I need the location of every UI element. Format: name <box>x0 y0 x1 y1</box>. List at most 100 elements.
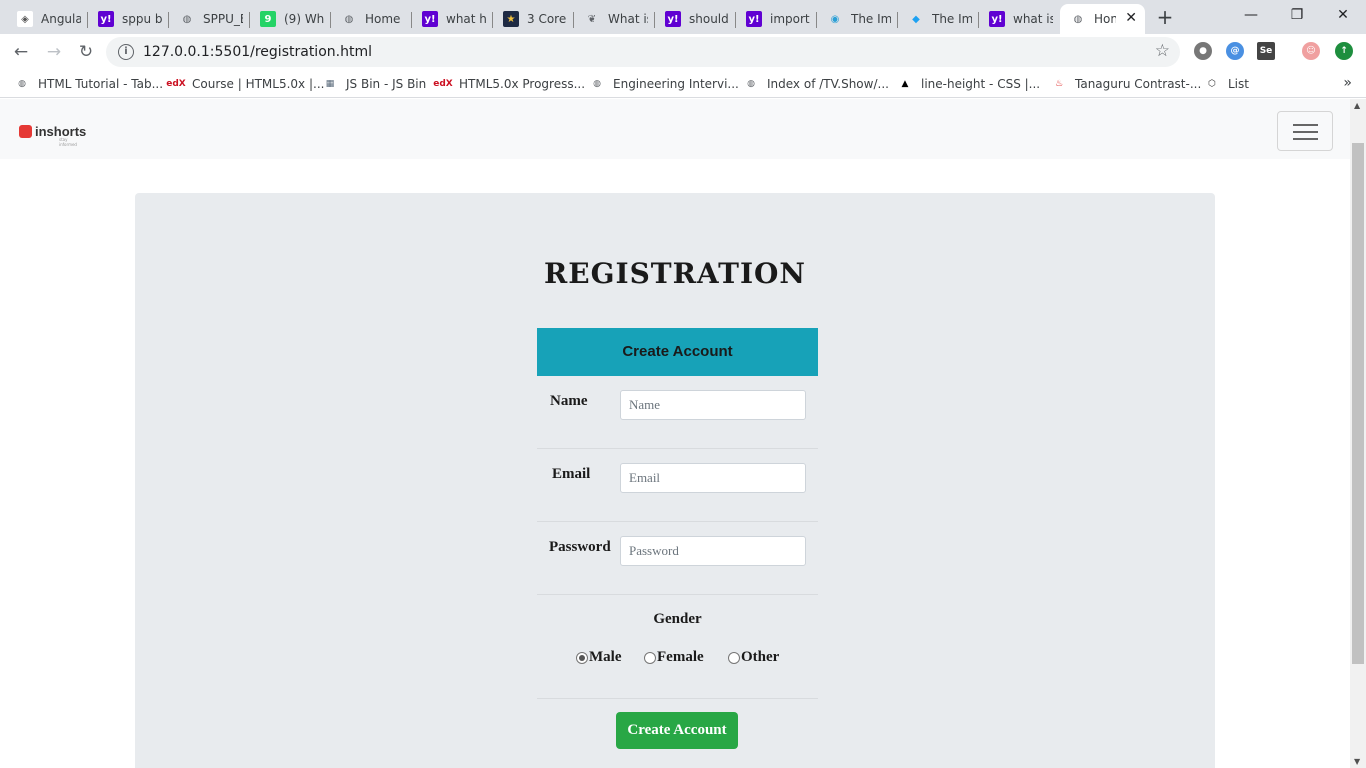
browser-tab[interactable]: ◍ SPPU_B <box>169 4 250 34</box>
tab-label: Home <box>365 12 401 26</box>
browser-tab[interactable]: y! what hc <box>412 4 493 34</box>
browser-tab[interactable]: ◍ Hon ✕ <box>1060 4 1145 34</box>
bookmark-item[interactable]: ▲ line-height - CSS |... <box>897 76 1041 92</box>
browser-tab[interactable]: y! importa <box>736 4 817 34</box>
create-account-button[interactable]: Create Account <box>616 712 738 749</box>
site-info-icon[interactable]: i <box>118 44 134 60</box>
browser-tab[interactable]: ◆ The Imp <box>898 4 979 34</box>
form-header: Create Account <box>537 328 818 376</box>
bookmark-item[interactable]: ◍ Index of /TV.Show/... <box>743 76 889 92</box>
logo-subtext: stay informed <box>59 137 77 147</box>
bookmark-label: HTML5.0x Progress... <box>459 77 586 91</box>
whatsapp-icon: 9 <box>260 11 276 27</box>
password-label: Password <box>549 539 611 555</box>
address-url[interactable]: 127.0.0.1:5501/registration.html <box>143 44 372 60</box>
tree-icon: ❦ <box>587 13 597 25</box>
globe-icon: ◍ <box>593 79 601 89</box>
name-input[interactable] <box>620 390 806 420</box>
bookmark-label: Engineering Intervi... <box>613 77 739 91</box>
hamburger-menu-button[interactable] <box>1277 111 1333 151</box>
close-window-button[interactable]: ✕ <box>1320 0 1366 30</box>
tab-label: Angular <box>41 12 81 26</box>
eye-icon: ◉ <box>830 13 840 25</box>
scrollbar-thumb[interactable] <box>1352 143 1364 664</box>
radio-other-label: Other <box>741 649 780 665</box>
bookmark-item[interactable]: ♨ Tanaguru Contrast-... <box>1051 76 1201 92</box>
globe-icon: ◍ <box>747 79 755 89</box>
name-row: Name <box>537 376 818 449</box>
tab-label: importa <box>770 12 810 26</box>
radio-female[interactable]: Female <box>644 649 704 666</box>
vertical-scrollbar[interactable]: ▲ ▼ <box>1350 99 1366 768</box>
bookmark-item[interactable]: edX HTML5.0x Progress... <box>433 76 586 92</box>
name-label: Name <box>550 393 588 409</box>
browser-tab[interactable]: ❦ What is <box>574 4 655 34</box>
hamburger-bar <box>1293 131 1318 133</box>
bookmark-item[interactable]: ◍ HTML Tutorial - Tab... <box>14 76 163 92</box>
registration-card: REGISTRATION Create Account Name Email P… <box>135 193 1215 768</box>
new-tab-button[interactable]: + <box>1154 6 1176 28</box>
update-icon[interactable]: ↑ <box>1335 42 1353 60</box>
browser-tab[interactable]: y! sppu be <box>88 4 169 34</box>
mdn-icon: ▲ <box>901 79 909 89</box>
browser-tab[interactable]: 9 (9) Wha <box>250 4 331 34</box>
radio-male[interactable]: Male <box>576 649 621 666</box>
tab-label: The Imp <box>932 12 972 26</box>
browser-tab[interactable]: ★ 3 Core ( <box>493 4 574 34</box>
page-title: REGISTRATION <box>543 257 807 290</box>
globe-icon: ◍ <box>18 79 26 89</box>
scroll-down-icon[interactable]: ▼ <box>1354 757 1360 766</box>
selenium-extension-icon[interactable]: Se <box>1257 42 1275 60</box>
bookmark-item[interactable]: ◍ Engineering Intervi... <box>589 76 739 92</box>
tab-strip: ◈ Angular y! sppu be ◍ SPPU_B 9 (9) Wha ◍ Home y! w… <box>0 0 1366 34</box>
page-viewport: inshorts stay informed REGISTRATION Crea… <box>0 99 1350 768</box>
address-bar[interactable]: i 127.0.0.1:5501/registration.html ☆ <box>106 37 1180 67</box>
browser-tab[interactable]: y! should <box>655 4 736 34</box>
bookmark-star-icon[interactable]: ☆ <box>1155 41 1170 61</box>
yahoo-icon: y! <box>98 11 114 27</box>
tab-label: sppu be <box>122 12 162 26</box>
restore-button[interactable]: ❐ <box>1274 0 1320 30</box>
forward-icon[interactable]: → <box>42 40 66 64</box>
inshorts-logo[interactable]: inshorts stay informed <box>19 124 86 147</box>
email-row: Email <box>537 449 818 522</box>
gender-row: Gender Male Female Other <box>537 595 818 699</box>
browser-tab[interactable]: ◈ Angular <box>7 4 88 34</box>
browser-tab[interactable]: ◉ The Imp <box>817 4 898 34</box>
back-icon[interactable]: ← <box>9 40 33 64</box>
bookmark-item[interactable]: ▦ JS Bin - JS Bin <box>322 76 427 92</box>
tab-label: what hc <box>446 12 486 26</box>
email-input[interactable] <box>620 463 806 493</box>
browser-toolbar: ← → ↻ i 127.0.0.1:5501/registration.html… <box>0 34 1366 70</box>
globe-icon: ◍ <box>182 13 192 25</box>
radio-button[interactable] <box>728 651 740 664</box>
logo-mark-icon <box>19 125 32 138</box>
more-bookmarks-icon[interactable]: » <box>1343 75 1352 91</box>
radio-button-checked[interactable] <box>576 651 588 664</box>
close-tab-icon[interactable]: ✕ <box>1125 10 1137 26</box>
scroll-up-icon[interactable]: ▲ <box>1354 101 1360 110</box>
yahoo-icon: y! <box>665 11 681 27</box>
tanaguru-icon: ♨ <box>1054 79 1064 89</box>
bookmark-item[interactable]: ⬡ List <box>1204 76 1249 92</box>
tab-label: (9) Wha <box>284 12 324 26</box>
radio-button[interactable] <box>644 651 656 664</box>
password-input[interactable] <box>620 536 806 566</box>
browser-tab[interactable]: ◍ Home <box>331 4 412 34</box>
extension-icon[interactable]: ● <box>1194 42 1212 60</box>
yahoo-icon: y! <box>746 11 762 27</box>
radio-other[interactable]: Other <box>728 649 779 666</box>
bookmark-item[interactable]: edX Course | HTML5.0x |... <box>166 76 324 92</box>
extension-icon[interactable]: @ <box>1226 42 1244 60</box>
tab-label: SPPU_B <box>203 12 243 26</box>
browser-tab[interactable]: y! what is <box>979 4 1060 34</box>
reload-icon[interactable]: ↻ <box>74 40 98 64</box>
minimize-button[interactable]: — <box>1228 0 1274 30</box>
profile-avatar[interactable]: ☺ <box>1302 42 1320 60</box>
registration-form: Create Account Name Email Password Gende… <box>537 328 818 749</box>
diamond-icon: ◆ <box>912 13 920 25</box>
tab-label: 3 Core ( <box>527 12 567 26</box>
bookmark-label: HTML Tutorial - Tab... <box>38 77 164 91</box>
bookmark-label: line-height - CSS |... <box>921 77 1041 91</box>
email-label: Email <box>552 466 591 482</box>
